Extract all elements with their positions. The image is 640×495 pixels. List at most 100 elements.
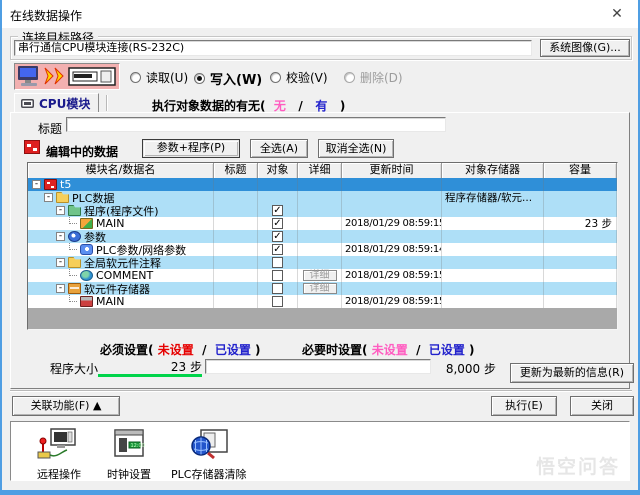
device-memory-icon	[80, 296, 93, 307]
object-checkbox[interactable]: ✓	[272, 218, 283, 229]
tab-cpu-module[interactable]: CPU模块	[14, 93, 99, 113]
expander-icon[interactable]: -	[56, 284, 65, 293]
object-checkbox[interactable]	[272, 257, 283, 268]
cell-title	[214, 243, 258, 256]
column-header[interactable]: 更新时间	[342, 163, 442, 178]
remote-operation-icon	[37, 428, 81, 464]
mode-radio-0[interactable]: 读取(U)	[130, 69, 188, 86]
select-all-button[interactable]: 全选(A)	[250, 139, 308, 158]
tree-row-参数[interactable]: - 参数 ✓	[28, 230, 617, 243]
column-header[interactable]: 模块名/数据名	[28, 163, 214, 178]
expander-icon[interactable]: -	[56, 258, 65, 267]
cell-target-memory	[442, 178, 544, 191]
related-functions-button[interactable]: 关联功能(F) ▲	[12, 396, 120, 416]
program-size-progressbar	[205, 359, 431, 374]
radio-icon	[344, 72, 355, 83]
tree-row-程序(程序文件)[interactable]: - 程序(程序文件) ✓	[28, 204, 617, 217]
tree-row-PLC参数/网络参数[interactable]: PLC参数/网络参数✓2018/01/29 08:59:14	[28, 243, 617, 256]
object-checkbox[interactable]: ✓	[272, 205, 283, 216]
mode-radio-label: 读取(U)	[146, 69, 188, 86]
mode-radio-2[interactable]: 校验(V)	[270, 69, 328, 86]
detail-button[interactable]: 详细	[303, 283, 337, 294]
tree-row-软元件存储器[interactable]: -软元件存储器详细	[28, 282, 617, 295]
tree-row-label: 参数	[84, 230, 106, 243]
radio-icon	[130, 72, 141, 83]
tree-row-COMMENT[interactable]: COMMENT详细2018/01/29 08:59:15	[28, 269, 617, 282]
column-header[interactable]: 对象	[258, 163, 298, 178]
column-header[interactable]: 标题	[214, 163, 258, 178]
tree-row-MAIN[interactable]: MAIN2018/01/29 08:59:15	[28, 295, 617, 308]
tree-connector	[69, 243, 77, 250]
object-checkbox[interactable]: ✓	[272, 244, 283, 255]
mode-radio-1[interactable]: 写入(W)	[194, 69, 262, 88]
cell-target-memory	[442, 295, 544, 308]
cell-target-memory	[442, 204, 544, 217]
expander-icon[interactable]: -	[56, 232, 65, 241]
execute-button[interactable]: 执行(E)	[491, 396, 557, 416]
cell-capacity	[544, 204, 617, 217]
cell-target-memory	[442, 256, 544, 269]
tool-label: 远程操作	[37, 466, 81, 482]
window-title: 在线数据操作	[10, 7, 82, 24]
cell-title	[214, 217, 258, 230]
parameter-icon	[80, 244, 93, 255]
cell-detail	[298, 256, 342, 269]
footer-separator	[10, 390, 632, 392]
cell-target-memory: 程序存储器/软元...	[442, 191, 544, 204]
title-bar[interactable]: 在线数据操作 ✕	[2, 0, 638, 28]
cell-title	[214, 191, 258, 204]
data-tree-table: 模块名/数据名标题对象详细更新时间对象存储器容量 -t5-PLC数据程序存储器/…	[27, 162, 618, 330]
program-size-current: 23 步	[98, 358, 202, 375]
cell-detail	[298, 230, 342, 243]
tree-row-label: PLC数据	[72, 191, 114, 204]
tree-row-PLC数据[interactable]: - PLC数据 程序存储器/软元...	[28, 191, 617, 204]
close-button[interactable]: 关闭	[570, 396, 634, 416]
program-folder-icon	[68, 205, 81, 216]
close-icon[interactable]: ✕	[606, 4, 628, 24]
title-field-input[interactable]	[66, 117, 446, 132]
expander-icon[interactable]: -	[44, 193, 53, 202]
object-checkbox[interactable]: ✓	[272, 231, 283, 242]
tool-remote-operation[interactable]: 远程操作	[37, 428, 81, 482]
expander-icon[interactable]: -	[56, 206, 65, 215]
object-checkbox[interactable]	[272, 296, 283, 307]
tree-row-MAIN[interactable]: MAIN✓2018/01/29 08:59:1523 步	[28, 217, 617, 230]
deselect-all-button[interactable]: 取消全选(N)	[318, 139, 394, 158]
update-latest-info-button[interactable]: 更新为最新的信息(R)	[510, 363, 634, 383]
tool-plc-memory-clear[interactable]: PLC存储器清除	[171, 428, 246, 482]
column-header[interactable]: 对象存储器	[442, 163, 544, 178]
tree-row-t5[interactable]: -t5	[28, 178, 617, 191]
column-header[interactable]: 详细	[298, 163, 342, 178]
tree-row-全局软元件注释[interactable]: -全局软元件注释	[28, 256, 617, 269]
title-field-label: 标题	[38, 120, 62, 137]
optional-settings-legend: 必要时设置( 未设置 / 已设置 )	[302, 341, 475, 358]
object-checkbox[interactable]	[272, 270, 283, 281]
cell-update-time	[342, 256, 442, 269]
radio-icon	[194, 73, 205, 84]
column-header[interactable]: 容量	[544, 163, 617, 178]
tree-row-label: COMMENT	[96, 269, 153, 282]
tree-row-label: 程序(程序文件)	[84, 204, 159, 217]
cell-title	[214, 178, 258, 191]
mode-radio-label: 删除(D)	[360, 69, 403, 86]
required-set: 已设置	[215, 343, 251, 357]
editing-data-label: 编辑中的数据	[46, 143, 118, 160]
system-image-button[interactable]: 系统图像(G)...	[540, 39, 630, 57]
tool-clock-setting[interactable]: 12:00时钟设置	[107, 428, 151, 482]
svg-text:12:00: 12:00	[131, 443, 145, 449]
expander-icon[interactable]: -	[32, 180, 41, 189]
cell-object: ✓	[258, 204, 298, 217]
window-border: 在线数据操作 ✕ 连接目标路径 串行通信CPU模块连接(RS-232C) 系统图…	[0, 0, 640, 495]
cell-update-time: 2018/01/29 08:59:14	[342, 243, 442, 256]
program-size-used-bar	[98, 374, 202, 377]
cell-detail	[298, 217, 342, 230]
required-not-set: 未设置	[158, 343, 194, 357]
object-checkbox[interactable]	[272, 283, 283, 294]
detail-button[interactable]: 详细	[303, 270, 337, 281]
cell-detail	[298, 191, 342, 204]
param-program-button[interactable]: 参数+程序(P)	[142, 139, 240, 158]
cell-object: ✓	[258, 230, 298, 243]
cell-title	[214, 230, 258, 243]
mode-radio-3: 删除(D)	[344, 69, 403, 86]
connection-path-input[interactable]: 串行通信CPU模块连接(RS-232C)	[14, 40, 532, 56]
